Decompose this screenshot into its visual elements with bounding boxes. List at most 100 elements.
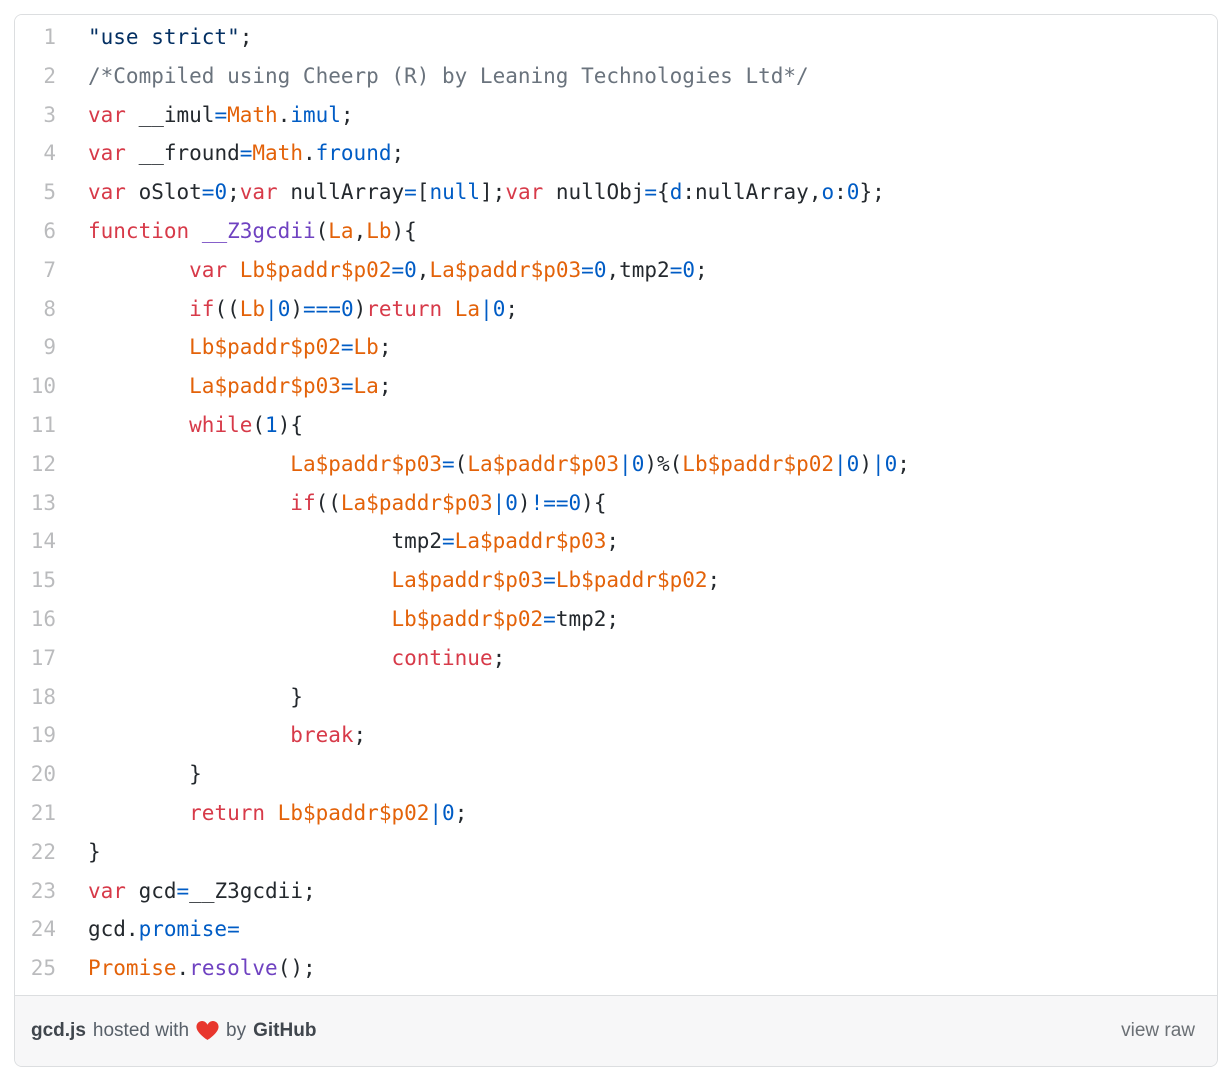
- code-token: __Z3gcdii: [202, 219, 316, 243]
- code-token: Lb$paddr$p02: [391, 607, 543, 631]
- code-token: 0: [847, 452, 860, 476]
- code-token: Lb: [240, 297, 265, 321]
- line-number: 3: [15, 96, 56, 135]
- code-token: ;: [606, 529, 619, 553]
- code-token: ): [354, 297, 367, 321]
- code-token: ((: [316, 491, 341, 515]
- code-token: (: [252, 413, 265, 437]
- code-token: (: [316, 219, 329, 243]
- code-text: while(1){: [88, 406, 303, 445]
- code-token: La$paddr$p03: [429, 258, 581, 282]
- code-token: ;: [505, 297, 518, 321]
- code-viewer: 1"use strict";2/*Compiled using Cheerp (…: [15, 15, 1217, 995]
- code-token: var: [240, 180, 278, 204]
- code-token: =: [670, 258, 683, 282]
- line-number: 21: [15, 794, 56, 833]
- code-token: tmp2;: [556, 607, 619, 631]
- code-token: Lb$paddr$p02: [682, 452, 834, 476]
- code-token: ;: [708, 568, 721, 592]
- code-token: return: [366, 297, 442, 321]
- line-number: 20: [15, 755, 56, 794]
- code-token: var: [88, 103, 126, 127]
- code-text: break;: [88, 716, 366, 755]
- code-token: ;: [227, 180, 240, 204]
- code-token: resolve: [189, 956, 278, 980]
- code-text: var __imul=Math.imul;: [88, 96, 354, 135]
- code-token: La$paddr$p03: [341, 491, 493, 515]
- code-token: 0: [885, 452, 898, 476]
- code-token: )%(: [644, 452, 682, 476]
- code-token: La$paddr$p03: [189, 374, 341, 398]
- code-text: var __fround=Math.fround;: [88, 134, 404, 173]
- code-token: La$paddr$p03: [391, 568, 543, 592]
- code-token: =: [341, 374, 354, 398]
- code-token: Promise: [88, 956, 177, 980]
- code-text: }: [88, 833, 101, 872]
- code-token: ;: [354, 723, 367, 747]
- code-line: 24gcd.promise=: [15, 910, 1217, 949]
- code-token: =: [240, 141, 253, 165]
- code-token: o: [821, 180, 834, 204]
- line-number: 16: [15, 600, 56, 639]
- code-token: |: [480, 297, 493, 321]
- code-token: ();: [278, 956, 316, 980]
- by-text: by: [226, 1020, 246, 1042]
- line-number: 17: [15, 639, 56, 678]
- line-number: 12: [15, 445, 56, 484]
- code-token: |: [429, 801, 442, 825]
- code-token: La$paddr$p03: [290, 452, 442, 476]
- code-token: ){: [278, 413, 303, 437]
- code-line: 5var oSlot=0;var nullArray=[null];var nu…: [15, 173, 1217, 212]
- code-line: 23var gcd=__Z3gcdii;: [15, 872, 1217, 911]
- code-line: 19 break;: [15, 716, 1217, 755]
- code-token: La: [328, 219, 353, 243]
- code-token: |: [493, 491, 506, 515]
- code-token: La: [354, 374, 379, 398]
- code-line: 1"use strict";: [15, 18, 1217, 57]
- code-token: function: [88, 219, 189, 243]
- gist-footer-attribution: gcd.js hosted with by GitHub: [31, 1020, 316, 1042]
- code-token: ): [518, 491, 531, 515]
- code-token: ,: [354, 219, 367, 243]
- code-line: 25Promise.resolve();: [15, 949, 1217, 988]
- code-token: ;: [493, 646, 506, 670]
- code-token: [: [417, 180, 430, 204]
- code-token: [265, 801, 278, 825]
- line-number: 19: [15, 716, 56, 755]
- view-raw-link[interactable]: view raw: [1121, 1020, 1195, 1042]
- code-token: |: [619, 452, 632, 476]
- line-number: 18: [15, 678, 56, 717]
- code-text: Lb$paddr$p02=Lb;: [88, 328, 391, 367]
- line-number: 5: [15, 173, 56, 212]
- code-token: var: [88, 141, 126, 165]
- github-link[interactable]: GitHub: [253, 1020, 316, 1042]
- code-token: .: [303, 141, 316, 165]
- code-token: Math: [227, 103, 278, 127]
- code-token: ;: [379, 335, 392, 359]
- code-text: La$paddr$p03=Lb$paddr$p02;: [88, 561, 720, 600]
- code-token: fround: [316, 141, 392, 165]
- code-token: }: [290, 685, 303, 709]
- code-token: 0: [404, 258, 417, 282]
- code-token: 0: [442, 801, 455, 825]
- code-token: __Z3gcdii;: [189, 879, 315, 903]
- line-number: 1: [15, 18, 56, 57]
- code-line: 14 tmp2=La$paddr$p03;: [15, 522, 1217, 561]
- code-token: ;: [455, 801, 468, 825]
- code-token: 0: [214, 180, 227, 204]
- code-line: 9 Lb$paddr$p02=Lb;: [15, 328, 1217, 367]
- line-number: 4: [15, 134, 56, 173]
- code-token: 0: [682, 258, 695, 282]
- code-token: |: [265, 297, 278, 321]
- code-token: break: [290, 723, 353, 747]
- code-token: =: [214, 103, 227, 127]
- gist-footer: gcd.js hosted with by GitHub view raw: [15, 995, 1217, 1066]
- code-token: ;: [240, 25, 253, 49]
- code-token: =: [644, 180, 657, 204]
- gist-filename-link[interactable]: gcd.js: [31, 1020, 86, 1042]
- code-line: 12 La$paddr$p03=(La$paddr$p03|0)%(Lb$pad…: [15, 445, 1217, 484]
- code-token: gcd: [126, 879, 177, 903]
- code-token: ];: [480, 180, 505, 204]
- code-token: promise: [139, 917, 228, 941]
- code-token: var: [505, 180, 543, 204]
